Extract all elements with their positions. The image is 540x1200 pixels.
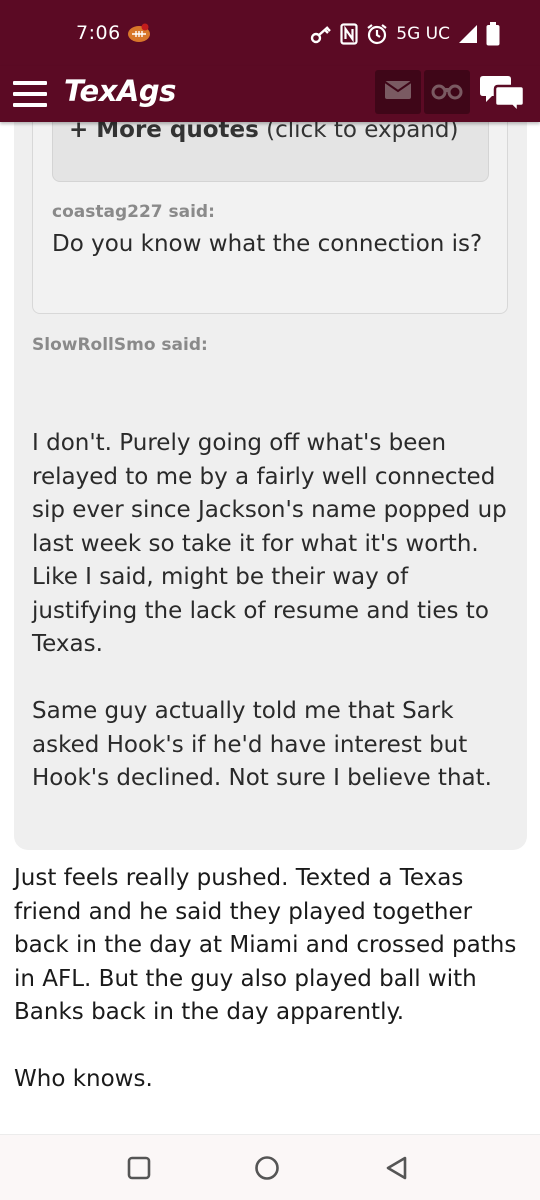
recents-icon[interactable] xyxy=(124,1153,154,1183)
site-logo[interactable]: TexAgs xyxy=(64,74,176,108)
app-football-icon xyxy=(126,22,150,44)
signal-icon xyxy=(458,24,478,44)
system-nav-bar xyxy=(0,1134,540,1200)
home-icon[interactable] xyxy=(252,1153,282,1183)
binoculars-button[interactable] xyxy=(424,70,470,114)
network-label: 5G UC xyxy=(396,24,450,44)
key-icon xyxy=(310,24,332,44)
mail-button[interactable] xyxy=(375,70,421,114)
app-bar: TexAgs xyxy=(0,66,540,122)
post-content: + More quotes (click to expand) coastag2… xyxy=(0,122,540,1134)
nfc-icon xyxy=(340,23,358,45)
mail-icon xyxy=(384,80,412,104)
outer-quote-author[interactable]: SlowRollSmo said: xyxy=(32,335,208,355)
status-time: 7:06 xyxy=(76,22,121,44)
inner-quote-text: Do you know what the connection is? xyxy=(52,231,483,257)
more-quotes-hint: (click to expand) xyxy=(258,122,459,143)
menu-icon[interactable] xyxy=(12,76,48,112)
more-quotes-button[interactable]: + More quotes (click to expand) xyxy=(52,122,489,182)
status-icons: 5G UC xyxy=(310,20,500,48)
chat-icon[interactable] xyxy=(480,72,526,116)
outer-quote-text: I don't. Purely going off what's been re… xyxy=(32,430,507,791)
alarm-icon xyxy=(366,23,388,45)
status-bar: 7:06 5G UC xyxy=(0,0,540,66)
more-quotes-label: + More quotes xyxy=(69,122,259,143)
reply-text: Just feels really pushed. Texted a Texas… xyxy=(14,865,517,1092)
binoculars-icon xyxy=(431,80,463,104)
back-icon[interactable] xyxy=(382,1153,412,1183)
inner-quote-author[interactable]: coastag227 said: xyxy=(52,202,215,222)
battery-icon xyxy=(486,22,500,46)
